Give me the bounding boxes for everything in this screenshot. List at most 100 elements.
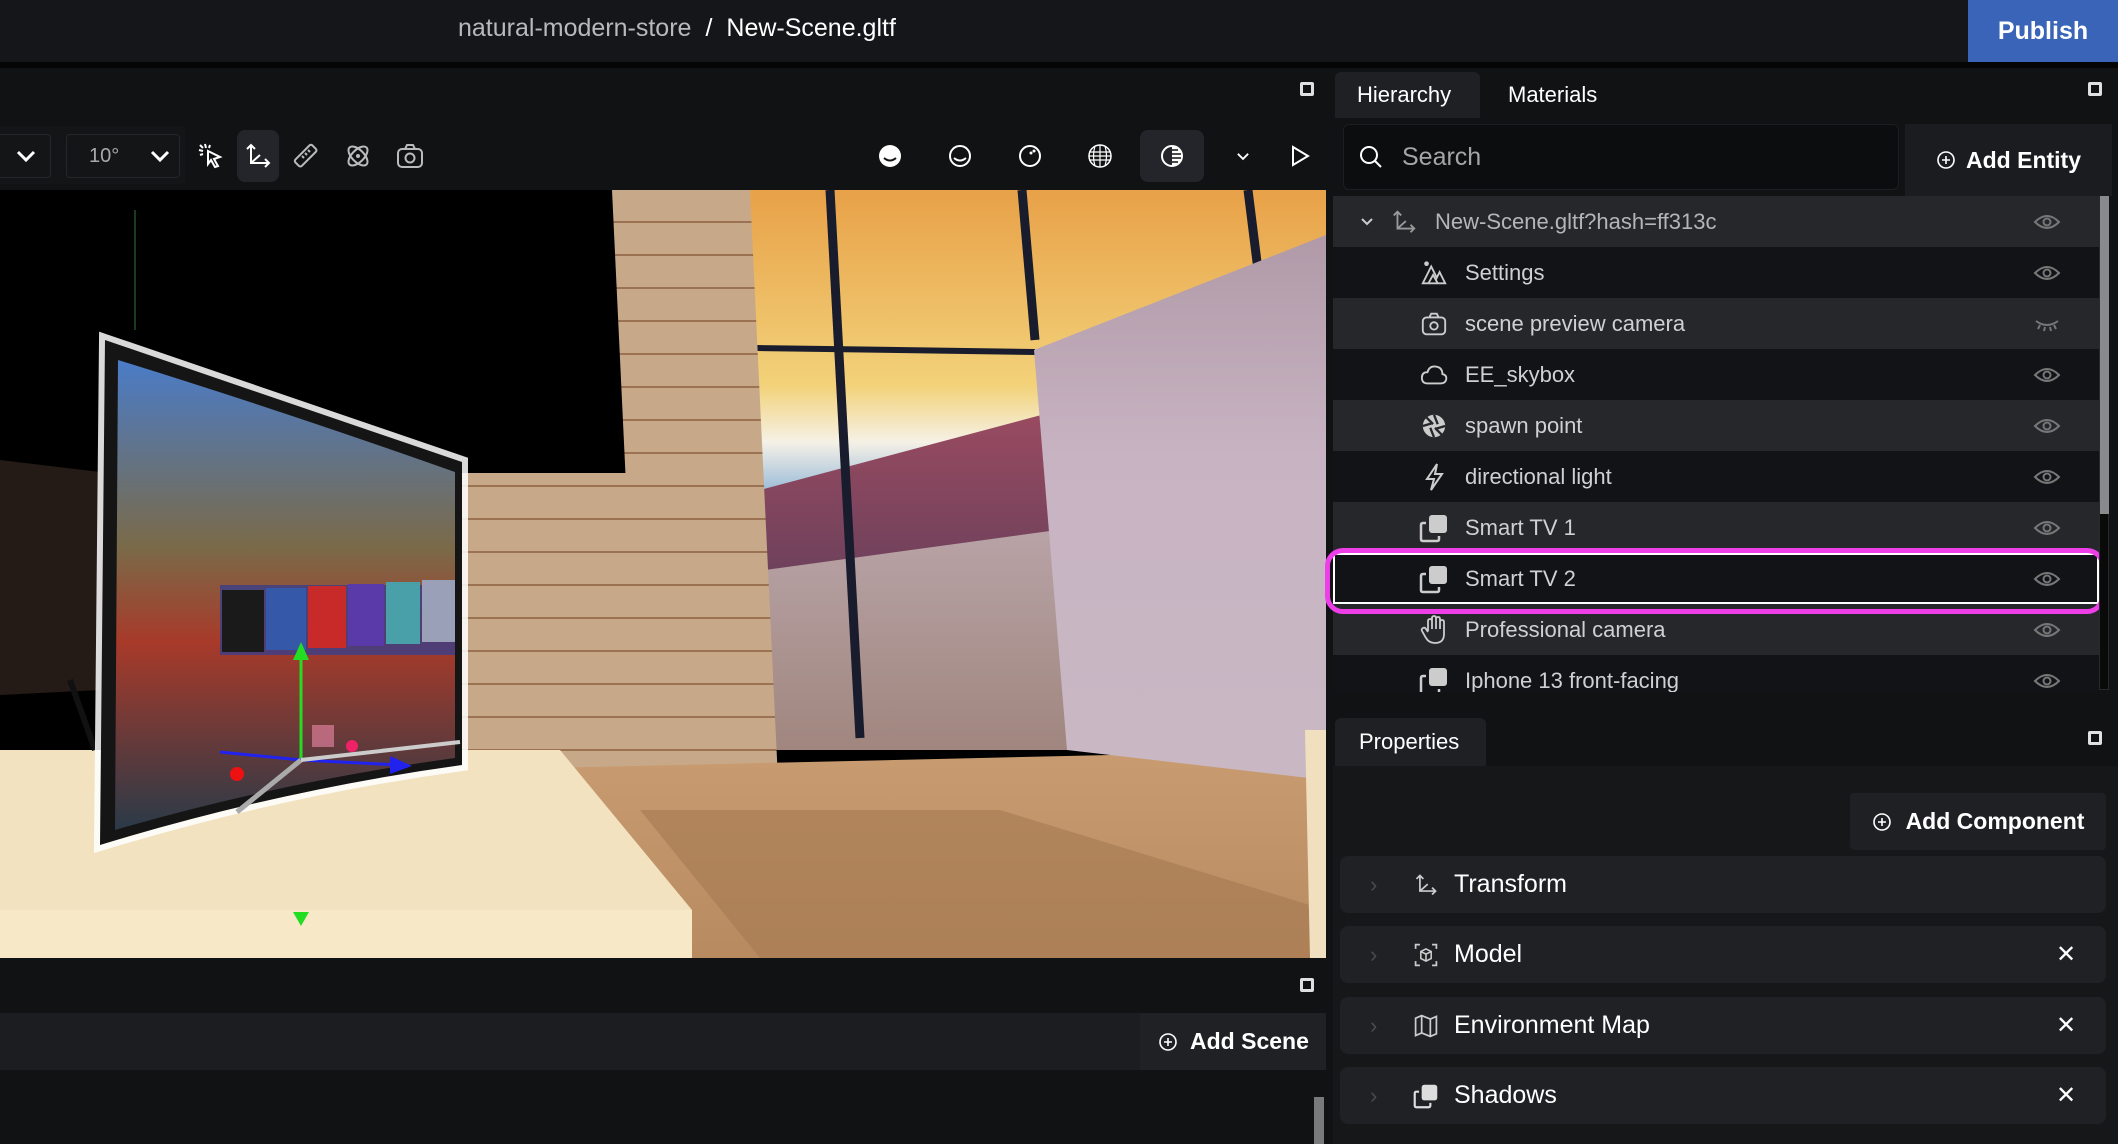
publish-button[interactable]: Publish <box>1968 0 2118 62</box>
component-label: Model <box>1454 940 1523 968</box>
hierarchy-item-label: spawn point <box>1465 412 1583 438</box>
eye-icon[interactable] <box>2033 365 2061 385</box>
rotation-snap-value: 10° <box>89 144 120 167</box>
chevron-down-icon <box>1237 153 1249 161</box>
hierarchy-item-smart-tv-1[interactable]: Smart TV 1 <box>1333 502 2099 553</box>
eye-icon[interactable] <box>2033 416 2061 436</box>
breadcrumb: natural-modern-store / New-Scene.gltf <box>458 14 896 43</box>
breadcrumb-project[interactable]: natural-modern-store <box>458 14 691 43</box>
ruler-icon <box>293 143 318 168</box>
component-label: Transform <box>1454 870 1567 898</box>
transform-axes-icon <box>1412 871 1440 899</box>
eye-icon[interactable] <box>2033 620 2061 640</box>
render-normals-button[interactable] <box>1009 130 1051 182</box>
component-environment-map[interactable]: › Environment Map ✕ <box>1340 997 2106 1054</box>
add-component-button[interactable]: Add Component <box>1850 793 2106 850</box>
breadcrumb-file: New-Scene.gltf <box>726 14 896 42</box>
tab-materials[interactable]: Materials <box>1486 72 1619 118</box>
viewport-maximize-icon[interactable] <box>1300 82 1314 96</box>
plus-circle-icon <box>1872 812 1891 831</box>
lightning-icon <box>1419 462 1449 492</box>
component-model[interactable]: › Model ✕ <box>1340 926 2106 983</box>
play-icon <box>1292 145 1310 167</box>
measure-tool-button[interactable] <box>285 130 327 182</box>
render-solid-button[interactable] <box>869 130 911 182</box>
hierarchy-item-scene-preview-camera[interactable]: scene preview camera <box>1333 298 2099 349</box>
close-icon[interactable]: ✕ <box>2054 1082 2078 1109</box>
render-outline-button[interactable] <box>939 130 981 182</box>
shadow-copy-icon <box>1419 513 1449 543</box>
search-input[interactable] <box>1402 142 1842 172</box>
hierarchy-item-root[interactable]: New-Scene.gltf?hash=ff313c <box>1333 196 2099 247</box>
render-mode-dropdown[interactable] <box>1222 130 1264 182</box>
chevron-right-icon[interactable]: › <box>1370 872 1377 898</box>
chevron-right-icon[interactable]: › <box>1370 1013 1377 1039</box>
tab-hierarchy[interactable]: Hierarchy <box>1335 72 1480 118</box>
hierarchy-item-label: EE_skybox <box>1465 361 1576 387</box>
snap-mode-dropdown[interactable] <box>0 134 51 178</box>
render-wireframe-button[interactable] <box>1079 130 1121 182</box>
hierarchy-maximize-icon[interactable] <box>2088 82 2102 96</box>
model-cube-icon <box>1412 941 1440 969</box>
add-scene-label: Add Scene <box>1190 1028 1309 1054</box>
physics-tool-button[interactable] <box>337 130 379 182</box>
hierarchy-item-ee-skybox[interactable]: EE_skybox <box>1333 349 2099 400</box>
shadow-copy-icon <box>1412 1082 1440 1110</box>
hierarchy-item-smart-tv-2[interactable]: Smart TV 2 <box>1333 553 2099 604</box>
scene-viewport[interactable] <box>0 190 1326 958</box>
add-entity-button[interactable]: Add Entity <box>1905 124 2112 196</box>
hierarchy-item-label: Smart TV 2 <box>1465 565 1576 591</box>
properties-maximize-icon[interactable] <box>2088 731 2102 745</box>
half-shaded-sphere-icon <box>1161 145 1183 167</box>
hierarchy-item-label: Iphone 13 front-facing <box>1465 667 1680 693</box>
chevron-right-icon[interactable]: › <box>1370 1083 1377 1109</box>
scene-panel-maximize-icon[interactable] <box>1300 978 1314 992</box>
plus-circle-icon <box>1937 151 1955 169</box>
tab-properties[interactable]: Properties <box>1335 718 1486 766</box>
close-icon[interactable]: ✕ <box>2054 1012 2078 1039</box>
eye-icon[interactable] <box>2033 212 2061 232</box>
close-icon[interactable]: ✕ <box>2054 941 2078 968</box>
hierarchy-item-iphone-13[interactable]: Iphone 13 front-facing <box>1333 655 2099 692</box>
add-component-label: Add Component <box>1905 808 2085 834</box>
cloud-icon <box>1419 360 1449 390</box>
outline-sphere-icon <box>949 145 971 167</box>
eye-icon[interactable] <box>2033 467 2061 487</box>
component-transform[interactable]: › Transform <box>1340 856 2106 913</box>
transform-axes-icon <box>246 143 271 168</box>
play-button[interactable] <box>1278 130 1320 182</box>
render-lighting-button[interactable] <box>1140 130 1204 182</box>
hierarchy-list: New-Scene.gltf?hash=ff313c Settings scen… <box>1333 196 2099 692</box>
hierarchy-item-label: New-Scene.gltf?hash=ff313c <box>1435 208 1717 234</box>
plus-circle-icon <box>1159 1032 1177 1051</box>
eye-icon[interactable] <box>2033 569 2061 589</box>
hierarchy-item-directional-light[interactable]: directional light <box>1333 451 2099 502</box>
scene-list-scrollbar[interactable] <box>1314 1097 1324 1144</box>
top-bar: natural-modern-store / New-Scene.gltf Pu… <box>0 0 2118 62</box>
hierarchy-scrollbar-thumb[interactable] <box>2100 196 2109 514</box>
eye-icon[interactable] <box>2033 263 2061 283</box>
eye-closed-icon[interactable] <box>2033 314 2061 334</box>
add-scene-button[interactable]: Add Scene <box>1140 1013 1326 1070</box>
solid-sphere-icon <box>879 145 901 167</box>
eye-icon[interactable] <box>2033 518 2061 538</box>
chevron-down-icon[interactable] <box>1359 216 1375 228</box>
component-shadows[interactable]: › Shadows ✕ <box>1340 1067 2106 1124</box>
hierarchy-item-settings[interactable]: Settings <box>1333 247 2099 298</box>
screenshot-button[interactable] <box>389 130 431 182</box>
rotation-snap-dropdown[interactable]: 10° <box>66 134 180 178</box>
component-label: Shadows <box>1454 1081 1557 1109</box>
search-box[interactable] <box>1343 124 1899 190</box>
transform-tool-button[interactable] <box>237 130 279 182</box>
pointer-select-button[interactable] <box>190 130 232 182</box>
pointer-click-icon <box>198 143 223 169</box>
hand-icon <box>1419 614 1449 645</box>
chevron-right-icon[interactable]: › <box>1370 942 1377 968</box>
hierarchy-item-spawn-point[interactable]: spawn point <box>1333 400 2099 451</box>
hierarchy-item-label: Professional camera <box>1465 616 1666 642</box>
shadow-copy-icon <box>1419 666 1449 692</box>
hierarchy-item-professional-camera[interactable]: Professional camera <box>1333 604 2099 655</box>
add-entity-label: Add Entity <box>1966 146 2081 173</box>
scene-panel-header <box>0 958 1326 1010</box>
eye-icon[interactable] <box>2033 671 2061 691</box>
